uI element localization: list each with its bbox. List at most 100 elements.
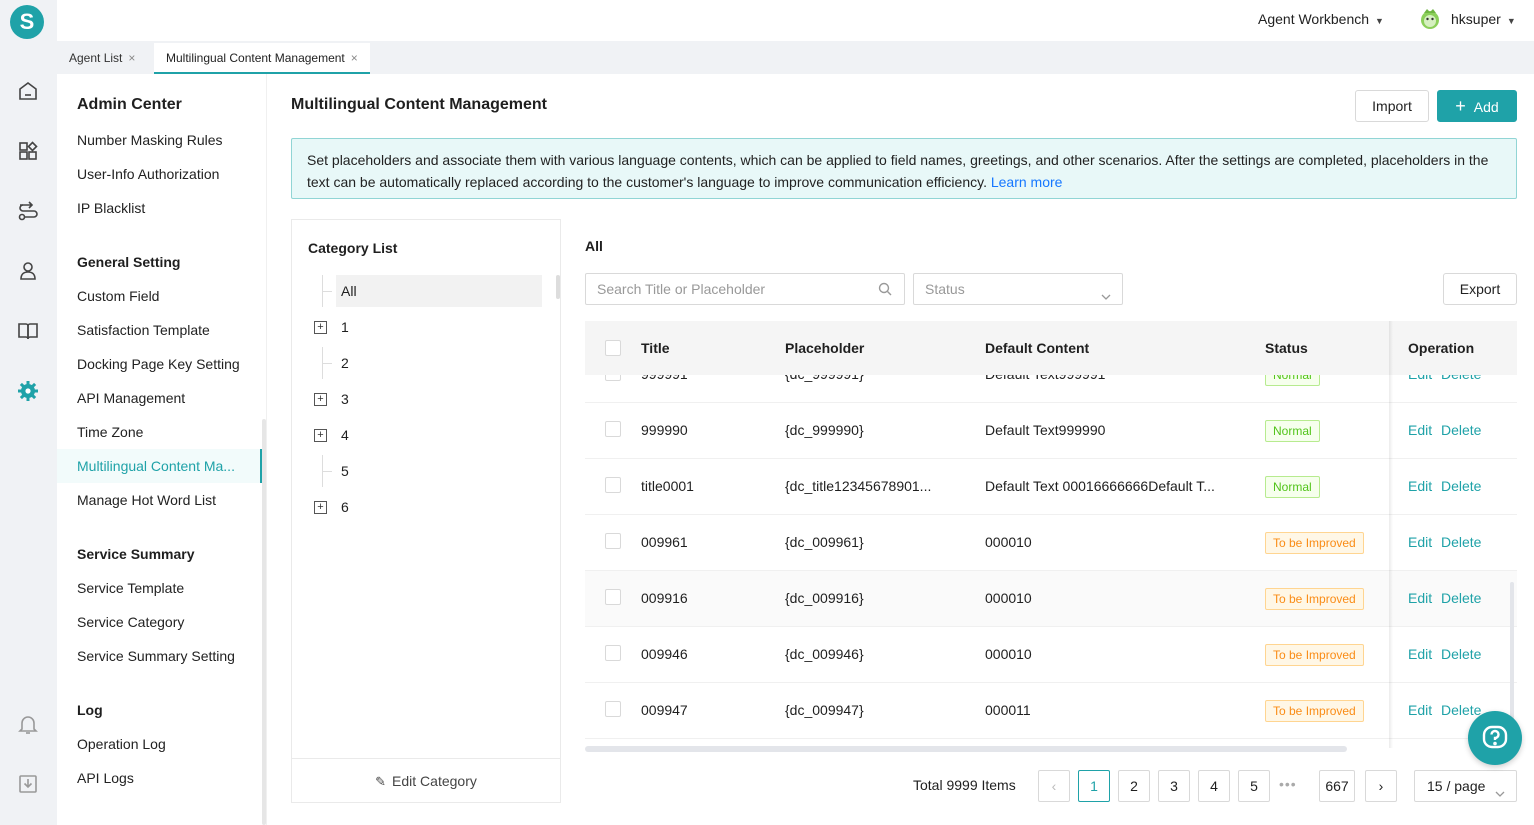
page-3-button[interactable]: 3	[1158, 770, 1190, 802]
workbench-dropdown[interactable]: Agent Workbench ▼	[1258, 11, 1384, 27]
page-5-button[interactable]: 5	[1238, 770, 1270, 802]
sidebar-item-docking-key[interactable]: Docking Page Key Setting	[77, 356, 240, 372]
edit-link[interactable]: Edit	[1408, 702, 1432, 718]
sidebar-item-api-management[interactable]: API Management	[77, 390, 185, 406]
app-logo[interactable]: S	[10, 5, 44, 39]
table-row[interactable]: 999990 {dc_999990} Default Text999990 Norma…	[585, 403, 1517, 459]
delete-link[interactable]: Delete	[1441, 702, 1481, 718]
edit-category-button[interactable]: ✎ Edit Category	[292, 758, 560, 802]
category-scrollbar[interactable]	[556, 275, 560, 299]
close-icon[interactable]: ×	[351, 51, 358, 65]
sidebar-item-number-masking[interactable]: Number Masking Rules	[77, 132, 223, 148]
delete-link[interactable]: Delete	[1441, 646, 1481, 662]
column-status[interactable]: Status	[1265, 340, 1308, 356]
row-checkbox[interactable]	[605, 477, 621, 493]
table-row[interactable]: 009961 {dc_009961} 000010 To be Improved Edi…	[585, 515, 1517, 571]
bell-icon[interactable]	[15, 711, 41, 737]
page-4-button[interactable]: 4	[1198, 770, 1230, 802]
table-header: Title Placeholder Default Content Status…	[585, 321, 1517, 375]
select-all-checkbox[interactable]	[605, 340, 621, 356]
expand-plus-icon[interactable]: +	[314, 429, 327, 442]
tab-agent-list[interactable]: Agent List ×	[57, 43, 147, 74]
sidebar-item-satisfaction[interactable]: Satisfaction Template	[77, 322, 210, 338]
table-row[interactable]: 009916 {dc_009916} 000010 To be Improved Edi…	[585, 571, 1517, 627]
user-menu[interactable]: hksuper ▼	[1451, 11, 1516, 27]
export-button[interactable]: Export	[1443, 273, 1517, 305]
route-icon[interactable]	[15, 198, 41, 224]
delete-link[interactable]: Delete	[1441, 534, 1481, 550]
column-placeholder[interactable]: Placeholder	[785, 340, 864, 356]
status-select[interactable]: Status	[913, 273, 1123, 305]
import-button[interactable]: Import	[1355, 90, 1429, 122]
page-2-button[interactable]: 2	[1118, 770, 1150, 802]
help-button[interactable]	[1468, 711, 1522, 765]
delete-link[interactable]: Delete	[1441, 478, 1481, 494]
expand-plus-icon[interactable]: +	[314, 321, 327, 334]
fixed-column-shadow	[1389, 321, 1393, 748]
row-title: 009947	[641, 702, 688, 718]
home-icon[interactable]	[15, 78, 41, 104]
edit-link[interactable]: Edit	[1408, 590, 1432, 606]
category-all[interactable]: All	[308, 275, 542, 307]
sidebar-item-operation-log[interactable]: Operation Log	[77, 736, 166, 752]
edit-link[interactable]: Edit	[1408, 422, 1432, 438]
row-checkbox[interactable]	[605, 533, 621, 549]
prev-page-button[interactable]: ‹	[1038, 770, 1070, 802]
table-row[interactable]: title0001 {dc_title12345678901... Default …	[585, 459, 1517, 515]
search-field[interactable]	[585, 273, 905, 305]
expand-plus-icon[interactable]: +	[314, 501, 327, 514]
sidebar-item-multilingual[interactable]: Multilingual Content Ma...	[77, 458, 235, 474]
book-icon[interactable]	[15, 318, 41, 344]
download-icon[interactable]	[15, 771, 41, 797]
edit-link[interactable]: Edit	[1408, 534, 1432, 550]
next-page-button[interactable]: ›	[1365, 770, 1397, 802]
page-ellipsis[interactable]: •••	[1279, 776, 1297, 792]
column-title[interactable]: Title	[641, 340, 670, 356]
settings-gear-icon[interactable]	[15, 378, 41, 404]
sidebar-item-summary-setting[interactable]: Service Summary Setting	[77, 648, 235, 664]
add-button[interactable]: + Add	[1437, 90, 1517, 122]
category-2[interactable]: 2	[308, 347, 540, 379]
apps-icon[interactable]	[15, 138, 41, 164]
row-checkbox[interactable]	[605, 421, 621, 437]
edit-link[interactable]: Edit	[1408, 478, 1432, 494]
column-default-content[interactable]: Default Content	[985, 340, 1089, 356]
sidebar-scrollbar[interactable]	[262, 419, 266, 825]
row-checkbox[interactable]	[605, 589, 621, 605]
table-row[interactable]: 009946 {dc_009946} 000010 To be Improved Edi…	[585, 627, 1517, 683]
table-row[interactable]: 009947 {dc_009947} 000011 To be Improved Edi…	[585, 683, 1517, 739]
category-5[interactable]: 5	[308, 455, 540, 487]
row-title: 009961	[641, 534, 688, 550]
sidebar-item-time-zone[interactable]: Time Zone	[77, 424, 143, 440]
row-checkbox[interactable]	[605, 701, 621, 717]
page-size-select[interactable]: 15 / page	[1414, 770, 1517, 802]
expand-plus-icon[interactable]: +	[314, 393, 327, 406]
agent-icon[interactable]	[15, 258, 41, 284]
category-3[interactable]: +3	[308, 383, 540, 415]
sidebar-item-user-info-auth[interactable]: User-Info Authorization	[77, 166, 219, 182]
status-badge: To be Improved	[1265, 532, 1364, 554]
delete-link[interactable]: Delete	[1441, 590, 1481, 606]
edit-link[interactable]: Edit	[1408, 646, 1432, 662]
delete-link[interactable]: Delete	[1441, 422, 1481, 438]
sidebar-item-ip-blacklist[interactable]: IP Blacklist	[77, 200, 145, 216]
close-icon[interactable]: ×	[128, 51, 135, 65]
sidebar-item-service-template[interactable]: Service Template	[77, 580, 184, 596]
category-1[interactable]: +1	[308, 311, 540, 343]
last-page-button[interactable]: 667	[1319, 770, 1355, 802]
category-4[interactable]: +4	[308, 419, 540, 451]
sidebar-item-service-category[interactable]: Service Category	[77, 614, 184, 630]
row-placeholder: {dc_009916}	[785, 590, 864, 606]
category-6[interactable]: +6	[308, 491, 540, 523]
search-icon[interactable]	[878, 282, 892, 301]
page-1-button[interactable]: 1	[1078, 770, 1110, 802]
row-checkbox[interactable]	[605, 645, 621, 661]
search-input[interactable]	[586, 274, 866, 304]
sidebar-item-api-logs[interactable]: API Logs	[77, 770, 134, 786]
horizontal-scrollbar[interactable]	[585, 746, 1347, 752]
sidebar-item-custom-field[interactable]: Custom Field	[77, 288, 159, 304]
tab-multilingual-content[interactable]: Multilingual Content Management ×	[154, 43, 370, 74]
avatar[interactable]	[1418, 7, 1442, 31]
sidebar-item-hot-words[interactable]: Manage Hot Word List	[77, 492, 216, 508]
learn-more-link[interactable]: Learn more	[991, 174, 1063, 190]
